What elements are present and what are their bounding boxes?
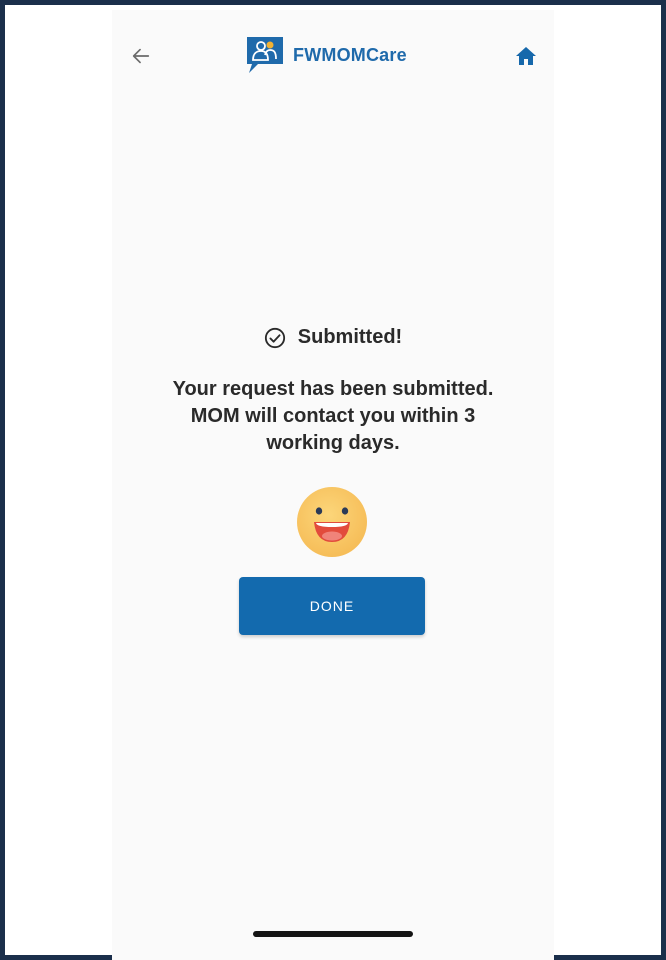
grinning-face-icon (297, 487, 367, 557)
check-circle-icon (264, 327, 285, 348)
chat-bubble-people-icon (247, 37, 283, 73)
app-screen (112, 10, 554, 960)
app-logo: FWMOMCare (245, 35, 407, 75)
status-heading: Submitted! (0, 326, 666, 349)
home-icon (516, 47, 536, 65)
confirmation-message: Your request has been submitted. MOM wil… (0, 376, 666, 457)
back-button[interactable] (128, 43, 154, 69)
home-indicator-bar (253, 931, 413, 937)
status-title: Submitted! (297, 326, 403, 348)
message-line-3: working days. (266, 432, 400, 454)
home-button[interactable] (513, 43, 539, 69)
device-frame (0, 0, 666, 960)
app-name: FWMOMCare (293, 44, 407, 65)
done-button[interactable]: DONE (239, 577, 425, 635)
arrow-left-icon (132, 48, 150, 64)
message-line-2: MOM will contact you within 3 (190, 405, 476, 427)
message-line-1: Your request has been submitted. (172, 378, 494, 400)
